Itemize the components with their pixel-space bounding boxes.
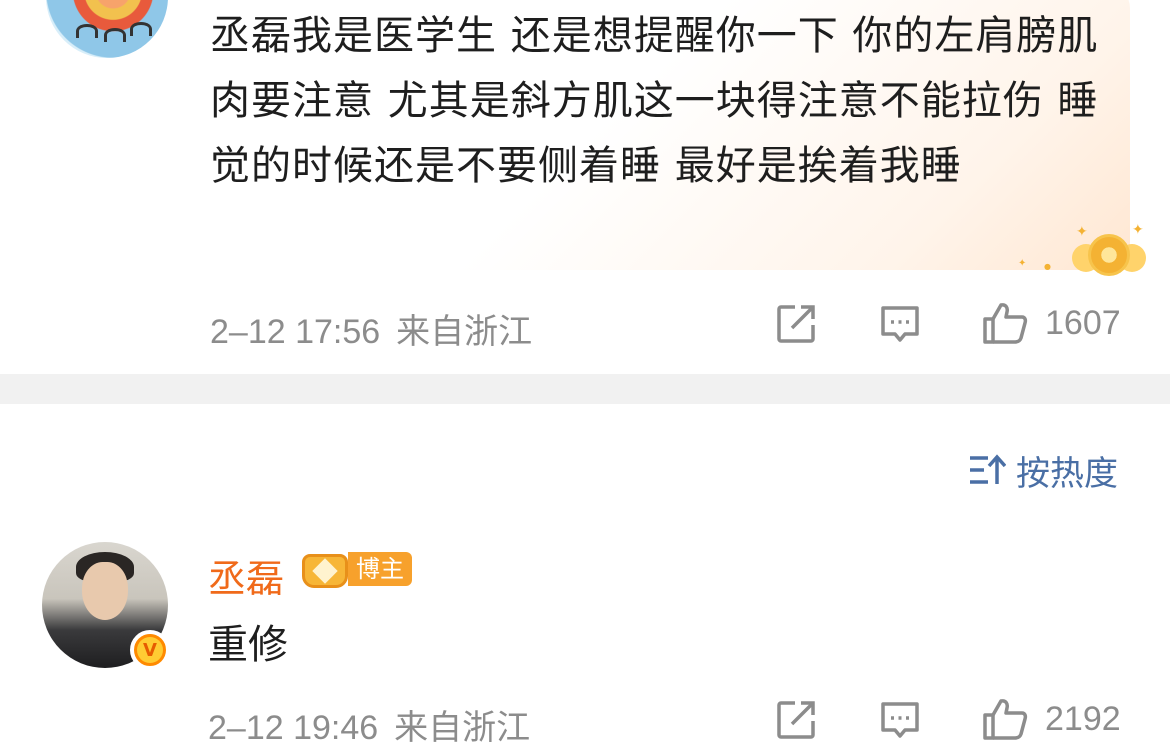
like-icon[interactable] xyxy=(982,301,1028,345)
comment-meta: 2–12 19:46 来自浙江 xyxy=(208,700,530,749)
username[interactable]: 丞磊 xyxy=(208,548,284,603)
section-divider xyxy=(0,374,1170,404)
comment-icon[interactable] xyxy=(879,303,921,345)
host-tag: 博主 xyxy=(348,552,412,586)
comment-text: 丞磊我是医学生 还是想提醒你一下 你的左肩膀肌肉要注意 尤其是斜方肌这一块得注意… xyxy=(210,13,1099,189)
crown-icon xyxy=(300,548,352,590)
like-icon[interactable] xyxy=(982,697,1028,741)
sort-label: 按热度 xyxy=(1016,453,1118,494)
share-icon[interactable] xyxy=(775,699,817,741)
comment-meta: 2–12 17:56 来自浙江 xyxy=(210,304,532,353)
comment-icon[interactable] xyxy=(879,699,921,741)
comment-location: 来自浙江 xyxy=(396,313,533,351)
sparkle-icon: ● xyxy=(1044,262,1051,271)
host-badge: 博主 xyxy=(300,548,412,590)
avatar[interactable] xyxy=(46,0,168,58)
like-count: 1607 xyxy=(1045,304,1121,342)
comment-date: 2–12 17:56 xyxy=(210,313,381,351)
sparkle-icon: ✦ xyxy=(1018,258,1027,269)
star-fan-badge-icon: ✦ ✦ xyxy=(1072,222,1146,288)
comment-location: 来自浙江 xyxy=(394,709,531,747)
comment-text: 重修 xyxy=(208,622,288,668)
comment-date: 2–12 19:46 xyxy=(208,709,379,747)
comment-card-top: 丞磊我是医学生 还是想提醒你一下 你的左肩膀肌肉要注意 尤其是斜方肌这一块得注意… xyxy=(0,0,1170,374)
share-icon[interactable] xyxy=(775,303,817,345)
verified-v-icon: V xyxy=(130,630,170,670)
like-count: 2192 xyxy=(1045,700,1121,738)
sort-icon xyxy=(970,454,1006,484)
sort-toggle[interactable]: 按热度 xyxy=(968,448,1118,494)
